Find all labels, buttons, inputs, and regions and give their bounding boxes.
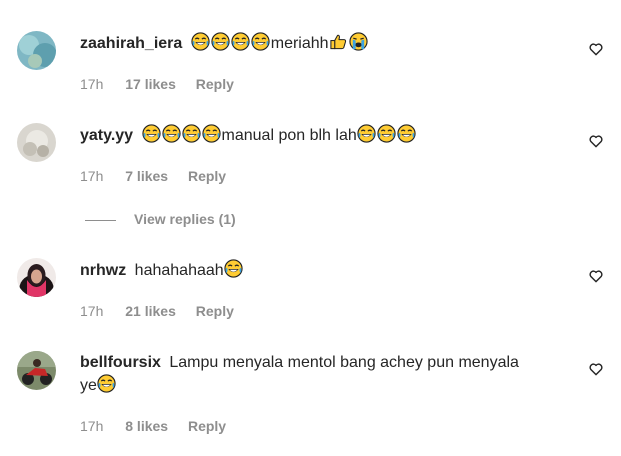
- face-with-tears-of-joy-icon: [357, 124, 376, 143]
- face-with-tears-of-joy-icon: [377, 124, 396, 143]
- timestamp[interactable]: 17h: [80, 76, 103, 92]
- face-with-tears-of-joy-icon: [231, 32, 250, 51]
- likes-count[interactable]: 8 likes: [125, 418, 168, 434]
- face-with-tears-of-joy-icon: [211, 32, 230, 51]
- comment-text: Lampu menyala mentol bang achey pun meny…: [169, 354, 519, 371]
- timestamp[interactable]: 17h: [80, 303, 103, 319]
- heart-outline-icon[interactable]: [588, 361, 604, 377]
- username[interactable]: bellfoursix: [80, 354, 161, 371]
- face-with-tears-of-joy-icon: [251, 32, 270, 51]
- comment-body: bellfoursix Lampu menyala mentol bang ac…: [80, 352, 560, 397]
- reply-button[interactable]: Reply: [196, 76, 234, 92]
- face-with-tears-of-joy-icon: [202, 124, 221, 143]
- username[interactable]: nrhwz: [80, 262, 126, 279]
- comment-body: yaty.yy manual pon blh lah: [80, 124, 560, 147]
- comment-text: meriahh: [270, 35, 329, 52]
- replies-divider: [85, 219, 116, 221]
- reply-button[interactable]: Reply: [196, 303, 234, 319]
- face-with-tears-of-joy-icon: [182, 124, 201, 143]
- likes-count[interactable]: 17 likes: [125, 76, 176, 92]
- avatar[interactable]: [17, 31, 56, 70]
- username[interactable]: zaahirah_iera: [80, 35, 182, 52]
- face-with-tears-of-joy-icon: [397, 124, 416, 143]
- avatar[interactable]: [17, 123, 56, 162]
- thumbs-up-icon: [329, 32, 348, 51]
- face-with-tears-of-joy-icon: [162, 124, 181, 143]
- timestamp[interactable]: 17h: [80, 418, 103, 434]
- view-replies-label: View replies (1): [134, 211, 236, 227]
- face-with-tears-of-joy-icon: [224, 259, 243, 278]
- likes-count[interactable]: 21 likes: [125, 303, 176, 319]
- comment-text: hahahahaah: [134, 262, 224, 279]
- comment-body: nrhwz hahahahaah: [80, 259, 560, 282]
- comment-meta: 17h 21 likes Reply: [80, 302, 234, 320]
- comment-text-continued: ye: [80, 377, 97, 394]
- avatar[interactable]: [17, 258, 56, 297]
- likes-count[interactable]: 7 likes: [125, 168, 168, 184]
- face-with-tears-of-joy-icon: [142, 124, 161, 143]
- username[interactable]: yaty.yy: [80, 127, 133, 144]
- face-with-tears-of-joy-icon: [97, 374, 116, 393]
- comment-text: manual pon blh lah: [221, 127, 357, 144]
- heart-outline-icon[interactable]: [588, 268, 604, 284]
- loudly-crying-face-icon: [349, 32, 368, 51]
- reply-button[interactable]: Reply: [188, 168, 226, 184]
- heart-outline-icon[interactable]: [588, 133, 604, 149]
- comment-meta: 17h 17 likes Reply: [80, 75, 234, 93]
- reply-button[interactable]: Reply: [188, 418, 226, 434]
- comment-meta: 17h 7 likes Reply: [80, 167, 226, 185]
- face-with-tears-of-joy-icon: [191, 32, 210, 51]
- comment-meta: 17h 8 likes Reply: [80, 417, 226, 435]
- timestamp[interactable]: 17h: [80, 168, 103, 184]
- avatar[interactable]: [17, 351, 56, 390]
- view-replies-button[interactable]: View replies (1): [85, 210, 236, 228]
- heart-outline-icon[interactable]: [588, 41, 604, 57]
- comment-body: zaahirah_iera meriahh: [80, 32, 560, 55]
